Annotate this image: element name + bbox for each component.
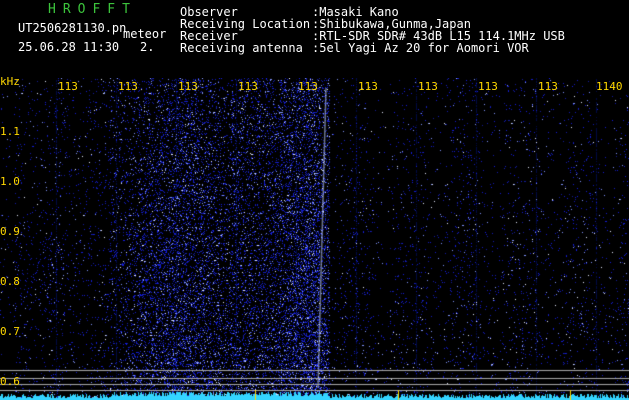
y-tick-label: 0.8 <box>0 275 20 288</box>
frequency-unit-label: kHz <box>0 75 20 88</box>
y-tick-label: 0.7 <box>0 325 20 338</box>
antenna-value: :5el Yagi Az 20 for Aomori VOR <box>312 41 529 55</box>
x-tick-label: 113 <box>358 80 378 93</box>
antenna-label: Receiving antenna <box>180 41 303 55</box>
x-tick-label: 113 <box>118 80 138 93</box>
x-tick-label: 113 <box>478 80 498 93</box>
x-tick-label: 113 <box>298 80 318 93</box>
date-time: 25.06.28 11:30 <box>18 40 120 54</box>
event-tag: meteor <box>123 27 167 41</box>
x-tick-label: 113 <box>238 80 258 93</box>
x-tick-label: 113 <box>538 80 558 93</box>
x-tick-label: 113 <box>418 80 438 93</box>
y-tick-label: 1.0 <box>0 175 20 188</box>
x-tick-label: 113 <box>58 80 78 93</box>
spectrogram-canvas <box>0 78 629 400</box>
x-tick-label: 1140 <box>596 80 623 93</box>
event-count: 2. <box>140 40 155 54</box>
y-tick-label: 0.6 <box>0 375 20 388</box>
app-brand: HROFFT <box>48 2 137 17</box>
file-name: UT2506281130.pn <box>18 21 127 35</box>
y-tick-label: 0.9 <box>0 225 20 238</box>
x-tick-label: 113 <box>178 80 198 93</box>
y-tick-label: 1.1 <box>0 125 20 138</box>
